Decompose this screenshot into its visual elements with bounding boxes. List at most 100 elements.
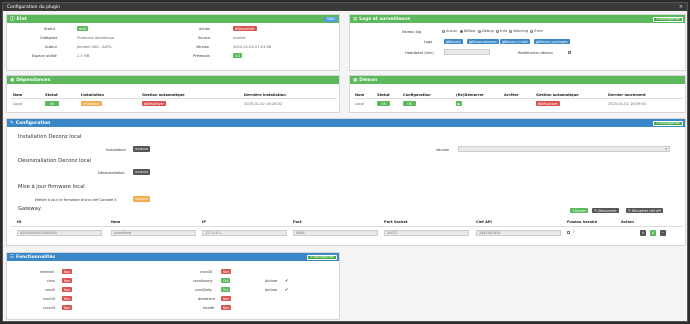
version-select[interactable]: ▾ xyxy=(458,146,670,152)
gateway-title: Gateway xyxy=(18,206,41,212)
dep-col-installation: Installation xyxy=(81,93,105,97)
install-lancer-button[interactable]: ➤ Lancer xyxy=(133,146,151,152)
func-deadcmd-badge: Non xyxy=(221,296,232,301)
fonctionnalites-header: ☰ Fonctionnalités ✔ Sauvegarder xyxy=(7,253,339,261)
func-cronhourly-label: cronHourly xyxy=(193,279,213,283)
gw-col-action: Action xyxy=(621,220,634,224)
demon-title: Démon xyxy=(359,77,378,83)
func-save-button[interactable]: ✔ Sauvegarder xyxy=(307,254,337,260)
wrench-icon: ✎ xyxy=(10,120,14,126)
demon-header: ▦ Démon xyxy=(350,76,685,84)
dem-desactiver-button[interactable]: ✖ Désactiver xyxy=(536,101,560,106)
api-key-button[interactable]: 🔍 Récupérer clef API xyxy=(626,208,664,213)
func-health-badge: Non xyxy=(221,305,232,310)
func-cron5-badge: Non xyxy=(62,287,73,292)
remove-gateway-icon[interactable]: − xyxy=(660,230,666,236)
func-crondaily-label: cronDaily xyxy=(195,288,212,292)
dem-col-arreter: Arrêter xyxy=(504,93,519,97)
gw-ip-input[interactable]: 127.0.0.1 xyxy=(202,230,287,236)
func-cron30-label: cron30 xyxy=(200,270,213,274)
configuration-panel: ✎ Configuration ✔ Sauvegarder Installati… xyxy=(6,118,686,246)
prerequis-badge: 4.4 xyxy=(233,53,243,58)
crondaily-check-icon[interactable]: ✔ xyxy=(285,287,288,292)
gw-clef-input[interactable]: 33819D362F xyxy=(476,230,561,236)
func-cron5-label: cron5 xyxy=(45,288,56,292)
dep-row-statut: OK xyxy=(45,101,59,106)
dem-row-statut: OK xyxy=(377,101,390,106)
dem-row-dernier: 2025-01-02 16:39:03 xyxy=(608,102,647,106)
gw-col-port-socket: Port Socket xyxy=(384,220,408,224)
log-deconz-install-button[interactable]: ▤ Deconz_install xyxy=(500,39,530,44)
chevron-down-icon: ▾ xyxy=(665,147,667,151)
gw-id-input[interactable]: 00000000000000000 xyxy=(17,230,102,236)
fonctionnalites-title: Fonctionnalités xyxy=(16,254,56,260)
dem-col-configuration: Configuration xyxy=(403,93,431,97)
statut-badge: Actif xyxy=(77,26,89,31)
gw-nom-input[interactable]: undefined xyxy=(111,230,196,236)
etat-panel: ⓘ Etat ? Wiki Statut Actif Catégorie Pro… xyxy=(6,14,340,71)
func-cron10-label: cron10 xyxy=(43,297,56,301)
heartbeat-input[interactable] xyxy=(444,49,490,55)
level-debug[interactable]: Debug xyxy=(478,29,494,33)
espace-value: 2.5 MB xyxy=(77,54,90,58)
logs-save-button[interactable]: ✔ Sauvegarder xyxy=(653,16,683,22)
statut-label: Statut xyxy=(44,27,55,31)
desactiver-button[interactable]: ✖ Désactiver xyxy=(233,26,257,31)
version-value: 2024-01-04 01:01:08 xyxy=(233,45,272,49)
add-gateway-button[interactable]: + Ajouter xyxy=(570,208,589,213)
dep-col-gestion: Gestion automatique xyxy=(142,93,185,97)
dem-col-dernier: Dernier lancement xyxy=(608,93,646,97)
level-error[interactable]: Error xyxy=(530,29,543,33)
configuration-header: ✎ Configuration ✔ Sauvegarder xyxy=(7,119,685,127)
gw-col-clef: Clef API xyxy=(476,220,492,224)
gw-port-socket-input[interactable]: 20077 xyxy=(384,230,469,236)
log-deconz-packages-button[interactable]: ▤ Deconz_packages xyxy=(534,39,570,44)
dep-col-nom: Nom xyxy=(13,93,23,97)
firmware-title: Mise à jour firmware local xyxy=(18,184,85,190)
level-defaut[interactable]: Défaut xyxy=(459,29,476,33)
help-icon: ? xyxy=(573,230,575,234)
func-cron-badge: Non xyxy=(62,278,73,283)
dep-desactiver-button[interactable]: ✖ Désactiver xyxy=(142,101,166,106)
auteur-label: Auteur xyxy=(45,45,58,49)
etat-header: ⓘ Etat ? Wiki xyxy=(7,15,339,23)
edit-gateway-icon[interactable]: ✎ xyxy=(640,230,646,236)
gw-port-input[interactable]: 8484 xyxy=(293,230,378,236)
level-warning[interactable]: Warning xyxy=(509,29,528,33)
level-info[interactable]: Info xyxy=(496,29,507,33)
uninstall-lancer-button[interactable]: ➤ Lancer xyxy=(133,169,151,175)
close-icon[interactable]: × xyxy=(679,4,683,10)
play-icon[interactable]: ▶ xyxy=(456,101,462,106)
func-cron15-badge: Non xyxy=(62,305,73,310)
config-save-button[interactable]: ✔ Sauvegarder xyxy=(653,120,683,126)
dem-row-configuration: OK xyxy=(403,101,416,106)
log-deconz-button[interactable]: ▤ Deconz xyxy=(444,39,463,44)
uninstall-label: Désinstallation xyxy=(98,171,125,175)
prerequis-label: Prérequis xyxy=(193,54,210,58)
dem-col-nom: Nom xyxy=(355,93,365,97)
func-deadcmd-label: deadcmd xyxy=(198,297,215,301)
dem-col-gestion: Gestion automatique xyxy=(536,93,579,97)
download-gateway-icon[interactable]: ⬇ xyxy=(650,230,656,236)
logs-label: Logs xyxy=(424,40,433,44)
firmware-label: Mettre à jour le firmware d'une clef Con… xyxy=(35,198,117,202)
discovery-button[interactable]: 🔍 Découverte xyxy=(592,208,619,213)
gw-fuseau-checkbox[interactable] xyxy=(567,231,570,234)
install-label: Installation xyxy=(106,148,126,152)
log-deconzdaemon-button[interactable]: ▤ Deconzdaemon xyxy=(467,39,499,44)
func-cron30-badge: Non xyxy=(221,269,232,274)
wiki-button[interactable]: ? Wiki xyxy=(324,16,337,22)
cronhourly-check-icon[interactable]: ✔ xyxy=(285,278,288,283)
restart-daemon-checkbox[interactable] xyxy=(568,51,571,54)
logs-panel: ▤ Logs et surveillance ✔ Sauvegarder Niv… xyxy=(349,14,686,71)
firmware-lancer-button[interactable]: ➤ Lancer xyxy=(133,196,151,202)
func-cron-label: cron xyxy=(47,279,55,283)
func-interact-label: interact xyxy=(40,270,54,274)
level-aucun[interactable]: Aucun xyxy=(442,29,457,33)
dependances-header: ▣ Dépendances xyxy=(7,76,339,84)
gw-col-ip: IP xyxy=(202,220,206,224)
gw-col-port: Port xyxy=(293,220,302,224)
university-icon: ▦ xyxy=(353,77,358,83)
dep-relancer-button[interactable]: ⟳ Relancer xyxy=(81,101,102,106)
gw-col-fuseau: Fuseau horaire xyxy=(567,220,598,224)
